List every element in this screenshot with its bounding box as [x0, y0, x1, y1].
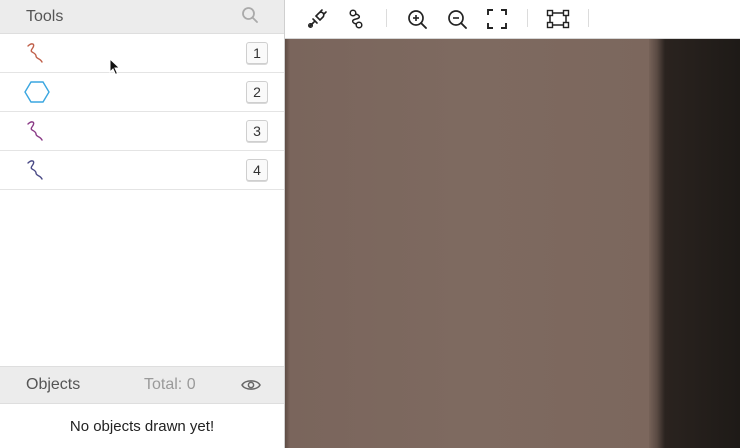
search-icon[interactable]: [240, 5, 260, 25]
hexagon-icon: [24, 79, 52, 105]
tool-shortcut-key: 4: [246, 159, 268, 181]
eye-icon[interactable]: [240, 375, 262, 395]
squiggle-icon: [24, 118, 52, 144]
squiggle-icon: [24, 157, 52, 183]
tool-list: 1 2 3 4: [0, 34, 284, 190]
sidebar: Tools 1 2 3 4 Objects Total: 0 No object…: [0, 0, 285, 448]
point-tool-icon[interactable]: [304, 6, 330, 32]
tool-shortcut-key: 2: [246, 81, 268, 103]
image-canvas[interactable]: [285, 39, 740, 448]
tool-item-4[interactable]: 4: [0, 151, 284, 190]
objects-title: Objects: [26, 376, 81, 393]
bounding-box-icon[interactable]: [545, 6, 571, 32]
toolbar-divider: [588, 9, 589, 27]
link-tool-icon[interactable]: [343, 6, 369, 32]
tool-shortcut-key: 1: [246, 42, 268, 64]
zoom-out-icon[interactable]: [444, 6, 470, 32]
squiggle-icon: [24, 40, 52, 66]
objects-total: Total: 0: [144, 376, 196, 393]
tools-header: Tools: [0, 0, 284, 34]
tool-item-3[interactable]: 3: [0, 112, 284, 151]
toolbar-divider: [527, 9, 528, 27]
toolbar-divider: [386, 9, 387, 27]
objects-header: Objects Total: 0: [0, 366, 284, 404]
toolbar: [285, 0, 740, 39]
empty-objects-message: No objects drawn yet!: [69, 418, 215, 435]
fullscreen-icon[interactable]: [484, 6, 510, 32]
tool-shortcut-key: 3: [246, 120, 268, 142]
tool-item-1[interactable]: 1: [0, 34, 284, 73]
tool-item-2[interactable]: 2: [0, 73, 284, 112]
tools-title: Tools: [26, 7, 64, 25]
mouse-cursor-icon: [109, 57, 121, 81]
zoom-in-icon[interactable]: [404, 6, 430, 32]
